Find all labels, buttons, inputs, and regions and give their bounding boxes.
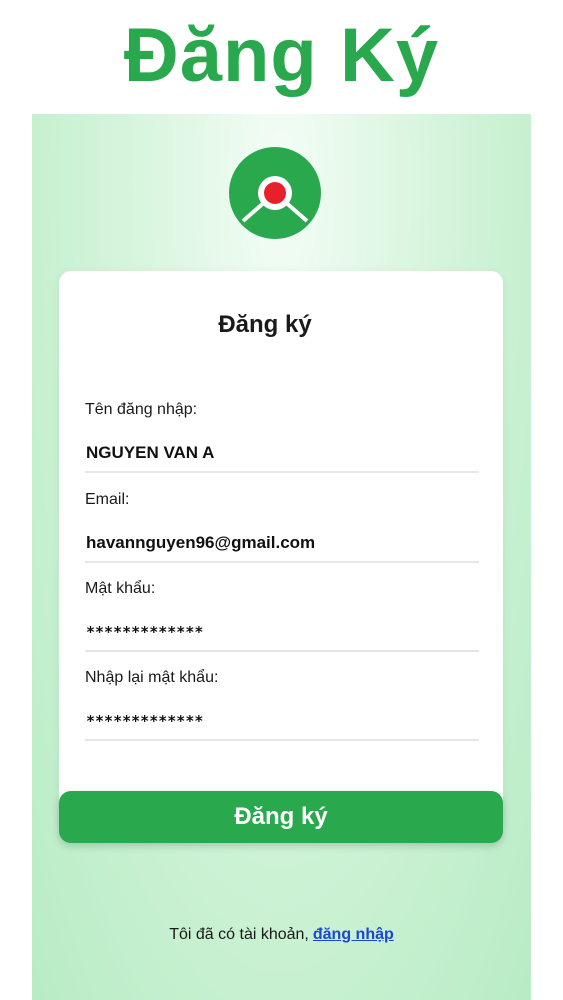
email-field: Email:: [85, 489, 479, 563]
brand-logo-icon: [229, 147, 321, 239]
username-label: Tên đăng nhập:: [85, 401, 198, 418]
username-field: Tên đăng nhập:: [85, 399, 479, 473]
footer-text: Tôi đã có tài khoản,: [169, 926, 309, 943]
email-input[interactable]: [85, 525, 479, 563]
register-button[interactable]: Đăng ký: [59, 791, 503, 843]
password-input[interactable]: [85, 614, 479, 652]
login-link[interactable]: đăng nhập: [313, 926, 394, 943]
signup-card: Đăng ký Tên đăng nhập: Email: Mật khẩu: …: [59, 271, 503, 831]
password-label: Mật khẩu:: [85, 580, 156, 597]
email-label: Email:: [85, 491, 130, 508]
page: Đăng Ký Đăng ký Tên đăng nhập: Email: Mậ…: [0, 0, 563, 1000]
confirm-password-input[interactable]: [85, 703, 479, 741]
page-heading: Đăng Ký: [123, 13, 440, 98]
app-screen: Đăng ký Tên đăng nhập: Email: Mật khẩu: …: [32, 114, 531, 1000]
confirm-password-label: Nhập lại mật khẩu:: [85, 669, 219, 686]
footer: Tôi đã có tài khoản, đăng nhập: [32, 926, 531, 944]
username-input[interactable]: [85, 435, 479, 473]
form-title: Đăng ký: [218, 311, 312, 338]
confirm-password-field: Nhập lại mật khẩu:: [85, 667, 479, 741]
password-field: Mật khẩu:: [85, 578, 479, 652]
